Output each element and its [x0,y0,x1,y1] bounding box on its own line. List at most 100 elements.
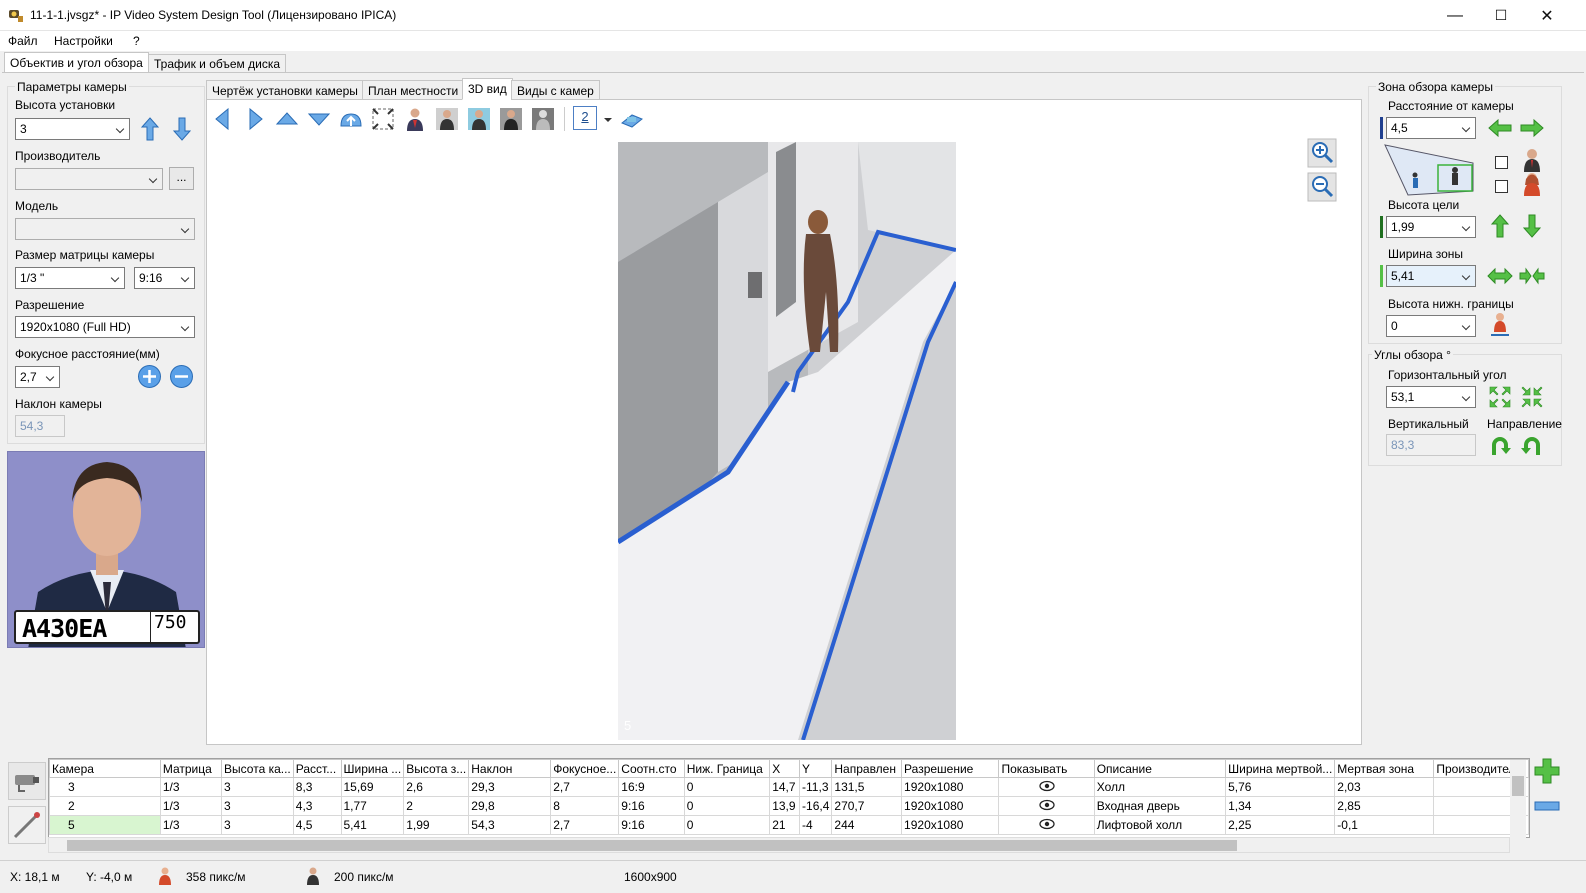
add-camera-icon[interactable] [1533,757,1561,785]
table-cell[interactable]: -0,1 [1334,815,1435,835]
column-header[interactable]: Соотн.сто [618,759,685,778]
3d-viewport[interactable]: 5 [618,142,956,740]
height-up-arrow-icon[interactable] [140,116,160,142]
focal-length-select[interactable]: 2,7 [15,366,60,388]
person-scene-icon[interactable] [466,106,492,132]
tab-install-drawing[interactable]: Чертёж установки камеры [206,80,364,100]
table-cell[interactable]: Входная дверь [1093,796,1227,816]
tab-site-plan[interactable]: План местности [362,80,465,100]
column-header[interactable]: Мертвая зона [1334,759,1435,778]
column-header[interactable]: Матрица [159,759,223,778]
table-cell[interactable]: 270,7 [831,796,903,816]
table-cell[interactable]: 2,6 [403,777,470,797]
tools-tab-button[interactable] [8,806,46,844]
fit-view-icon[interactable] [370,106,396,132]
person-front-icon[interactable] [434,106,460,132]
table-cell[interactable]: 0 [683,815,771,835]
dropdown-arrow-icon[interactable] [603,106,613,132]
table-cell[interactable]: 2,7 [550,777,620,797]
visibility-icon[interactable] [998,777,1095,797]
visibility-icon[interactable] [998,815,1095,835]
camera-count-button[interactable]: 2 [573,106,597,130]
column-header[interactable]: Описание [1093,759,1227,778]
tab-lens-angle[interactable]: Объектив и угол обзора [4,52,149,73]
minimize-button[interactable]: — [1432,0,1478,31]
eye-icon[interactable] [1038,780,1055,792]
rotate-icon[interactable] [338,106,364,132]
angle-shrink-icon[interactable] [1520,385,1544,409]
angle-expand-icon[interactable] [1488,385,1512,409]
table-cell[interactable]: 21 [769,815,801,835]
table-cell[interactable]: -4 [799,815,833,835]
distance-decrease-arrow-icon[interactable] [1487,118,1513,138]
horizontal-scrollbar[interactable] [48,837,1510,853]
table-cell[interactable]: 14,7 [769,777,801,797]
table-cell[interactable]: 29,8 [468,796,552,816]
zone-narrow-icon[interactable] [1519,266,1545,286]
target-height-down-icon[interactable] [1522,213,1542,239]
eye-icon[interactable] [1038,799,1055,811]
zone-width-select[interactable]: 5,41 [1386,265,1476,287]
table-cell[interactable]: 1/3 [159,796,223,816]
table-cell[interactable]: 3 [221,815,294,835]
table-cell[interactable]: 0 [683,796,771,816]
distance-select[interactable]: 4,5 [1386,117,1476,139]
column-header[interactable]: Y [799,759,833,778]
table-cell[interactable]: 1920x1080 [901,777,1000,797]
table-row[interactable]: 2 1/3 3 4,3 1,77 2 29,8 8 9:16 0 13,9 -16,4 270,7 192… [49,796,1529,816]
distance-increase-arrow-icon[interactable] [1519,118,1545,138]
table-cell[interactable]: 1,34 [1225,796,1336,816]
table-cell[interactable]: 1920x1080 [901,815,1000,835]
rotate-left-icon[interactable] [1489,433,1511,457]
column-header[interactable]: Фокусное... [550,759,620,778]
target-height-select[interactable]: 1,99 [1386,216,1476,238]
table-cell[interactable]: 13,9 [769,796,801,816]
zone-widen-icon[interactable] [1487,266,1513,286]
lower-bound-select[interactable]: 0 [1386,315,1476,337]
manufacturer-browse-button[interactable]: ... [169,167,194,190]
table-cell[interactable]: 1920x1080 [901,796,1000,816]
height-select[interactable]: 3 [15,118,130,140]
visibility-icon[interactable] [998,796,1095,816]
table-cell[interactable]: -16,4 [799,796,833,816]
table-cell[interactable]: 244 [831,815,903,835]
tab-camera-views[interactable]: Виды с камер [511,80,600,100]
height-down-arrow-icon[interactable] [172,116,192,142]
column-header[interactable]: Направлен [831,759,903,778]
table-cell[interactable]: 131,5 [831,777,903,797]
column-header[interactable]: Разрешение [901,759,1000,778]
zoom-in-icon[interactable] [1307,138,1337,168]
pan-up-icon[interactable] [274,106,300,132]
table-cell[interactable]: 4,5 [292,815,342,835]
maximize-button[interactable]: ☐ [1478,0,1524,31]
table-cell[interactable]: 9:16 [618,796,685,816]
table-cell[interactable]: 2,85 [1334,796,1435,816]
column-header[interactable]: Высота з... [403,759,470,778]
person-view-icon[interactable] [402,106,428,132]
table-cell[interactable]: 1,77 [340,796,405,816]
menu-help[interactable]: ? [133,34,140,48]
table-cell[interactable]: 1/3 [159,777,223,797]
table-cell[interactable]: 2,03 [1334,777,1435,797]
tab-3d-view[interactable]: 3D вид [462,78,513,100]
table-cell[interactable]: 16:9 [618,777,685,797]
column-header[interactable]: X [769,759,801,778]
column-header[interactable]: Камера [49,759,161,778]
person-dark-icon[interactable] [498,106,524,132]
table-cell[interactable]: -11,3 [799,777,833,797]
remove-camera-icon[interactable] [1533,792,1561,820]
table-cell[interactable]: 2,25 [1225,815,1336,835]
table-cell[interactable]: 1,99 [403,815,470,835]
target-height-up-icon[interactable] [1490,213,1510,239]
focal-minus-icon[interactable] [169,364,194,389]
rotate-right-icon[interactable] [1521,433,1543,457]
model-select[interactable] [15,218,195,240]
table-cell[interactable]: 54,3 [468,815,552,835]
table-cell[interactable]: 2,7 [550,815,620,835]
table-cell[interactable]: 15,69 [340,777,405,797]
table-cell[interactable]: 0 [683,777,771,797]
table-cell[interactable]: 9:16 [618,815,685,835]
table-cell[interactable]: 2 [403,796,470,816]
column-header[interactable]: Наклон [468,759,552,778]
column-header[interactable]: Ниж. Граница [683,759,771,778]
